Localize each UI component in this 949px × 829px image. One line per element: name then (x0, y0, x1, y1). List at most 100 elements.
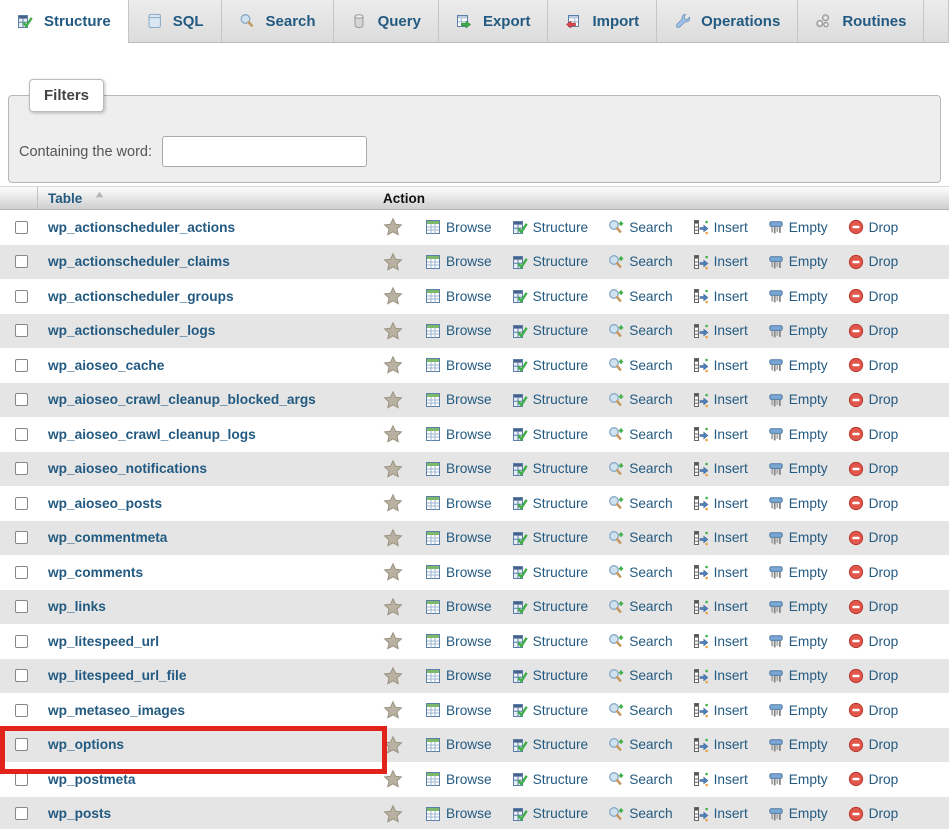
action-structure-link[interactable]: Structure (512, 771, 589, 787)
action-browse-link[interactable]: Browse (425, 633, 492, 649)
action-browse-link[interactable]: Browse (425, 323, 492, 339)
action-drop-link[interactable]: Drop (848, 564, 899, 580)
action-empty-link[interactable]: Empty (768, 219, 828, 235)
action-empty-link[interactable]: Empty (768, 530, 828, 546)
action-empty-link[interactable]: Empty (768, 806, 828, 822)
favorite-star-icon[interactable] (383, 597, 403, 617)
action-empty-link[interactable]: Empty (768, 564, 828, 580)
action-insert-link[interactable]: Insert (693, 599, 748, 615)
action-drop-link[interactable]: Drop (848, 392, 899, 408)
action-browse-link[interactable]: Browse (425, 737, 492, 753)
action-structure-link[interactable]: Structure (512, 323, 589, 339)
tab-operations[interactable]: Operations (657, 0, 798, 43)
table-name-link[interactable]: wp_postmeta (48, 772, 135, 787)
action-empty-link[interactable]: Empty (768, 288, 828, 304)
action-structure-link[interactable]: Structure (512, 806, 589, 822)
action-empty-link[interactable]: Empty (768, 668, 828, 684)
row-checkbox[interactable] (15, 428, 28, 441)
table-name-link[interactable]: wp_aioseo_crawl_cleanup_logs (48, 427, 256, 442)
action-browse-link[interactable]: Browse (425, 702, 492, 718)
action-search-link[interactable]: Search (608, 254, 672, 270)
action-structure-link[interactable]: Structure (512, 564, 589, 580)
favorite-star-icon[interactable] (383, 493, 403, 513)
table-name-link[interactable]: wp_posts (48, 806, 111, 821)
table-name-link[interactable]: wp_aioseo_posts (48, 496, 162, 511)
action-insert-link[interactable]: Insert (693, 806, 748, 822)
row-checkbox[interactable] (15, 531, 28, 544)
action-empty-link[interactable]: Empty (768, 357, 828, 373)
action-search-link[interactable]: Search (608, 702, 672, 718)
table-name-link[interactable]: wp_actionscheduler_logs (48, 323, 215, 338)
action-search-link[interactable]: Search (608, 426, 672, 442)
action-drop-link[interactable]: Drop (848, 288, 899, 304)
action-empty-link[interactable]: Empty (768, 392, 828, 408)
action-structure-link[interactable]: Structure (512, 530, 589, 546)
action-search-link[interactable]: Search (608, 771, 672, 787)
action-drop-link[interactable]: Drop (848, 461, 899, 477)
action-insert-link[interactable]: Insert (693, 633, 748, 649)
action-browse-link[interactable]: Browse (425, 599, 492, 615)
favorite-star-icon[interactable] (383, 390, 403, 410)
action-structure-link[interactable]: Structure (512, 357, 589, 373)
row-checkbox[interactable] (15, 566, 28, 579)
action-structure-link[interactable]: Structure (512, 219, 589, 235)
action-browse-link[interactable]: Browse (425, 668, 492, 684)
action-structure-link[interactable]: Structure (512, 599, 589, 615)
action-insert-link[interactable]: Insert (693, 219, 748, 235)
action-structure-link[interactable]: Structure (512, 702, 589, 718)
table-column-header[interactable]: Table (48, 191, 82, 206)
action-drop-link[interactable]: Drop (848, 806, 899, 822)
row-checkbox[interactable] (15, 324, 28, 337)
action-insert-link[interactable]: Insert (693, 461, 748, 477)
row-checkbox[interactable] (15, 669, 28, 682)
action-drop-link[interactable]: Drop (848, 254, 899, 270)
table-name-link[interactable]: wp_aioseo_crawl_cleanup_blocked_args (48, 392, 316, 407)
favorite-star-icon[interactable] (383, 804, 403, 824)
action-search-link[interactable]: Search (608, 530, 672, 546)
action-structure-link[interactable]: Structure (512, 254, 589, 270)
action-search-link[interactable]: Search (608, 806, 672, 822)
row-checkbox[interactable] (15, 635, 28, 648)
action-empty-link[interactable]: Empty (768, 254, 828, 270)
action-browse-link[interactable]: Browse (425, 530, 492, 546)
action-browse-link[interactable]: Browse (425, 288, 492, 304)
action-insert-link[interactable]: Insert (693, 254, 748, 270)
table-name-link[interactable]: wp_links (48, 599, 106, 614)
table-name-link[interactable]: wp_actionscheduler_claims (48, 254, 230, 269)
table-name-link[interactable]: wp_options (48, 737, 124, 752)
action-insert-link[interactable]: Insert (693, 530, 748, 546)
action-browse-link[interactable]: Browse (425, 461, 492, 477)
tab-export[interactable]: Export (439, 0, 549, 43)
favorite-star-icon[interactable] (383, 700, 403, 720)
action-search-link[interactable]: Search (608, 392, 672, 408)
row-checkbox[interactable] (15, 738, 28, 751)
action-insert-link[interactable]: Insert (693, 702, 748, 718)
action-insert-link[interactable]: Insert (693, 495, 748, 511)
action-structure-link[interactable]: Structure (512, 633, 589, 649)
action-drop-link[interactable]: Drop (848, 702, 899, 718)
favorite-star-icon[interactable] (383, 252, 403, 272)
action-insert-link[interactable]: Insert (693, 323, 748, 339)
action-empty-link[interactable]: Empty (768, 633, 828, 649)
action-search-link[interactable]: Search (608, 599, 672, 615)
action-search-link[interactable]: Search (608, 737, 672, 753)
action-empty-link[interactable]: Empty (768, 461, 828, 477)
table-name-link[interactable]: wp_litespeed_url_file (48, 668, 186, 683)
action-search-link[interactable]: Search (608, 323, 672, 339)
action-drop-link[interactable]: Drop (848, 633, 899, 649)
action-drop-link[interactable]: Drop (848, 219, 899, 235)
favorite-star-icon[interactable] (383, 217, 403, 237)
row-checkbox[interactable] (15, 255, 28, 268)
action-structure-link[interactable]: Structure (512, 737, 589, 753)
favorite-star-icon[interactable] (383, 735, 403, 755)
action-structure-link[interactable]: Structure (512, 495, 589, 511)
row-checkbox[interactable] (15, 497, 28, 510)
action-structure-link[interactable]: Structure (512, 392, 589, 408)
action-browse-link[interactable]: Browse (425, 564, 492, 580)
action-drop-link[interactable]: Drop (848, 599, 899, 615)
table-name-link[interactable]: wp_metaseo_images (48, 703, 185, 718)
action-browse-link[interactable]: Browse (425, 357, 492, 373)
action-drop-link[interactable]: Drop (848, 357, 899, 373)
favorite-star-icon[interactable] (383, 666, 403, 686)
action-drop-link[interactable]: Drop (848, 495, 899, 511)
